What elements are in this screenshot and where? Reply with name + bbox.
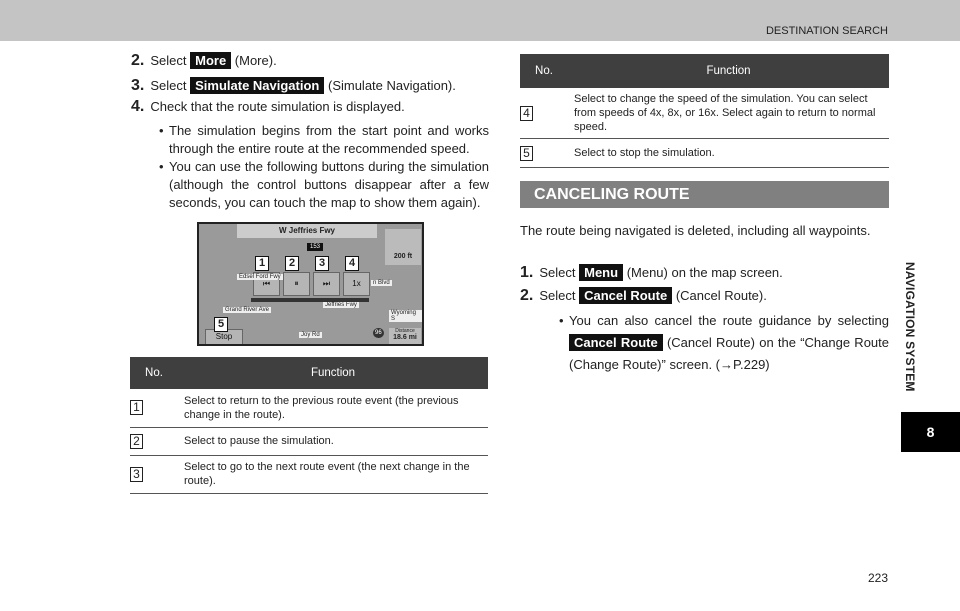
page-header: DESTINATION SEARCH xyxy=(0,0,960,41)
step-4: 4. Check that the route simulation is dis… xyxy=(131,98,405,115)
bullet: The simulation begins from the start poi… xyxy=(159,122,489,158)
distance-panel: Distance 18.6 mi xyxy=(389,328,421,344)
callout-3: 3 xyxy=(315,256,329,271)
next-event-button[interactable]: ⏭ xyxy=(313,272,340,296)
cancel-route-key: Cancel Route xyxy=(579,287,673,304)
simulation-map-screenshot: W Jeffries Fwy 153 200 ft Edsel Ford Fwy… xyxy=(197,222,424,346)
header-title: DESTINATION SEARCH xyxy=(765,25,888,37)
chapter-number: 8 xyxy=(901,412,960,452)
bullet: You can also cancel the route guidance b… xyxy=(559,310,889,376)
callout-5: 5 xyxy=(214,317,228,332)
callout-2: 2 xyxy=(285,256,299,271)
section-heading: CANCELING ROUTE xyxy=(520,181,889,208)
table-row: 1 Select to return to the previous route … xyxy=(130,389,488,428)
function-table-right: No. Function 4 Select to change the speed … xyxy=(520,54,889,168)
cancel-route-key: Cancel Route xyxy=(569,334,663,351)
page-number: 223 xyxy=(868,571,889,585)
table-row: 2 Select to pause the simulation. xyxy=(130,427,488,456)
pause-button[interactable]: ⏸ xyxy=(283,272,310,296)
turn-arrow: 200 ft xyxy=(385,229,421,265)
step-2: 2. Select More (More). xyxy=(131,52,277,69)
table-row: 4 Select to change the speed of the simul… xyxy=(520,88,889,139)
callout-4: 4 xyxy=(345,256,359,271)
step-3: 3. Select Simulate Navigation (Simulate N… xyxy=(131,77,456,94)
simulate-navigation-key: Simulate Navigation xyxy=(190,77,325,94)
more-key: More xyxy=(190,52,232,69)
table-row: 3 Select to go to the next route event (t… xyxy=(130,455,488,494)
road-name: W Jeffries Fwy xyxy=(237,224,377,238)
highway-shield: 96 xyxy=(373,328,384,338)
table-row: 5 Select to stop the simulation. xyxy=(520,138,889,168)
bullet: You can use the following buttons during… xyxy=(159,158,489,212)
highway-shield: 153 xyxy=(307,243,324,251)
section-tab-label: NAVIGATION SYSTEM xyxy=(903,262,917,392)
callout-1: 1 xyxy=(255,256,269,271)
menu-key: Menu xyxy=(579,264,624,281)
speed-button[interactable]: 1x xyxy=(343,272,370,296)
function-table-left: No. Function 1 Select to return to the pre… xyxy=(130,357,488,494)
cancel-step-1: 1. Select Menu (Menu) on the map screen. xyxy=(520,264,783,281)
cancel-step-2: 2. Select Cancel Route (Cancel Route). xyxy=(520,287,767,304)
intro-text: The route being navigated is deleted, in… xyxy=(520,223,871,238)
